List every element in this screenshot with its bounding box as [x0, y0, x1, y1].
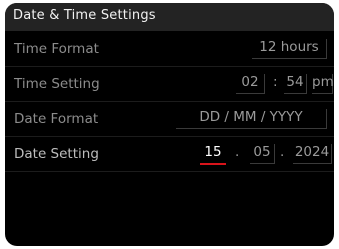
date-format-value[interactable]: DD / MM / YYYY: [176, 109, 327, 129]
row-time-format[interactable]: Time Format 12 hours: [5, 32, 334, 67]
row-time-setting[interactable]: Time Setting 02 : 54 pm: [5, 67, 334, 102]
active-field-underline: [200, 163, 226, 165]
time-format-label: Time Format: [14, 41, 99, 57]
row-date-setting[interactable]: Date Setting 15 . 05 . 2024: [5, 137, 334, 172]
year-field[interactable]: 2024: [293, 144, 332, 164]
month-field[interactable]: 05: [250, 144, 275, 164]
minute-field[interactable]: 54: [284, 74, 307, 94]
title-bar: Date & Time Settings: [5, 3, 334, 31]
time-format-value[interactable]: 12 hours: [252, 39, 327, 59]
date-setting-label: Date Setting: [14, 146, 99, 162]
time-separator: :: [273, 74, 278, 90]
date-separator-2: .: [280, 144, 285, 160]
page-title: Date & Time Settings: [13, 8, 156, 23]
time-setting-label: Time Setting: [14, 76, 100, 92]
settings-screen: Date & Time Settings Time Format 12 hour…: [5, 3, 334, 246]
hour-field[interactable]: 02: [236, 74, 265, 94]
date-separator-1: .: [235, 144, 240, 160]
row-date-format[interactable]: Date Format DD / MM / YYYY: [5, 102, 334, 137]
day-value: 15: [204, 144, 222, 160]
date-format-label: Date Format: [14, 111, 99, 127]
ampm-field[interactable]: pm: [312, 74, 334, 94]
day-field[interactable]: 15: [200, 144, 226, 165]
